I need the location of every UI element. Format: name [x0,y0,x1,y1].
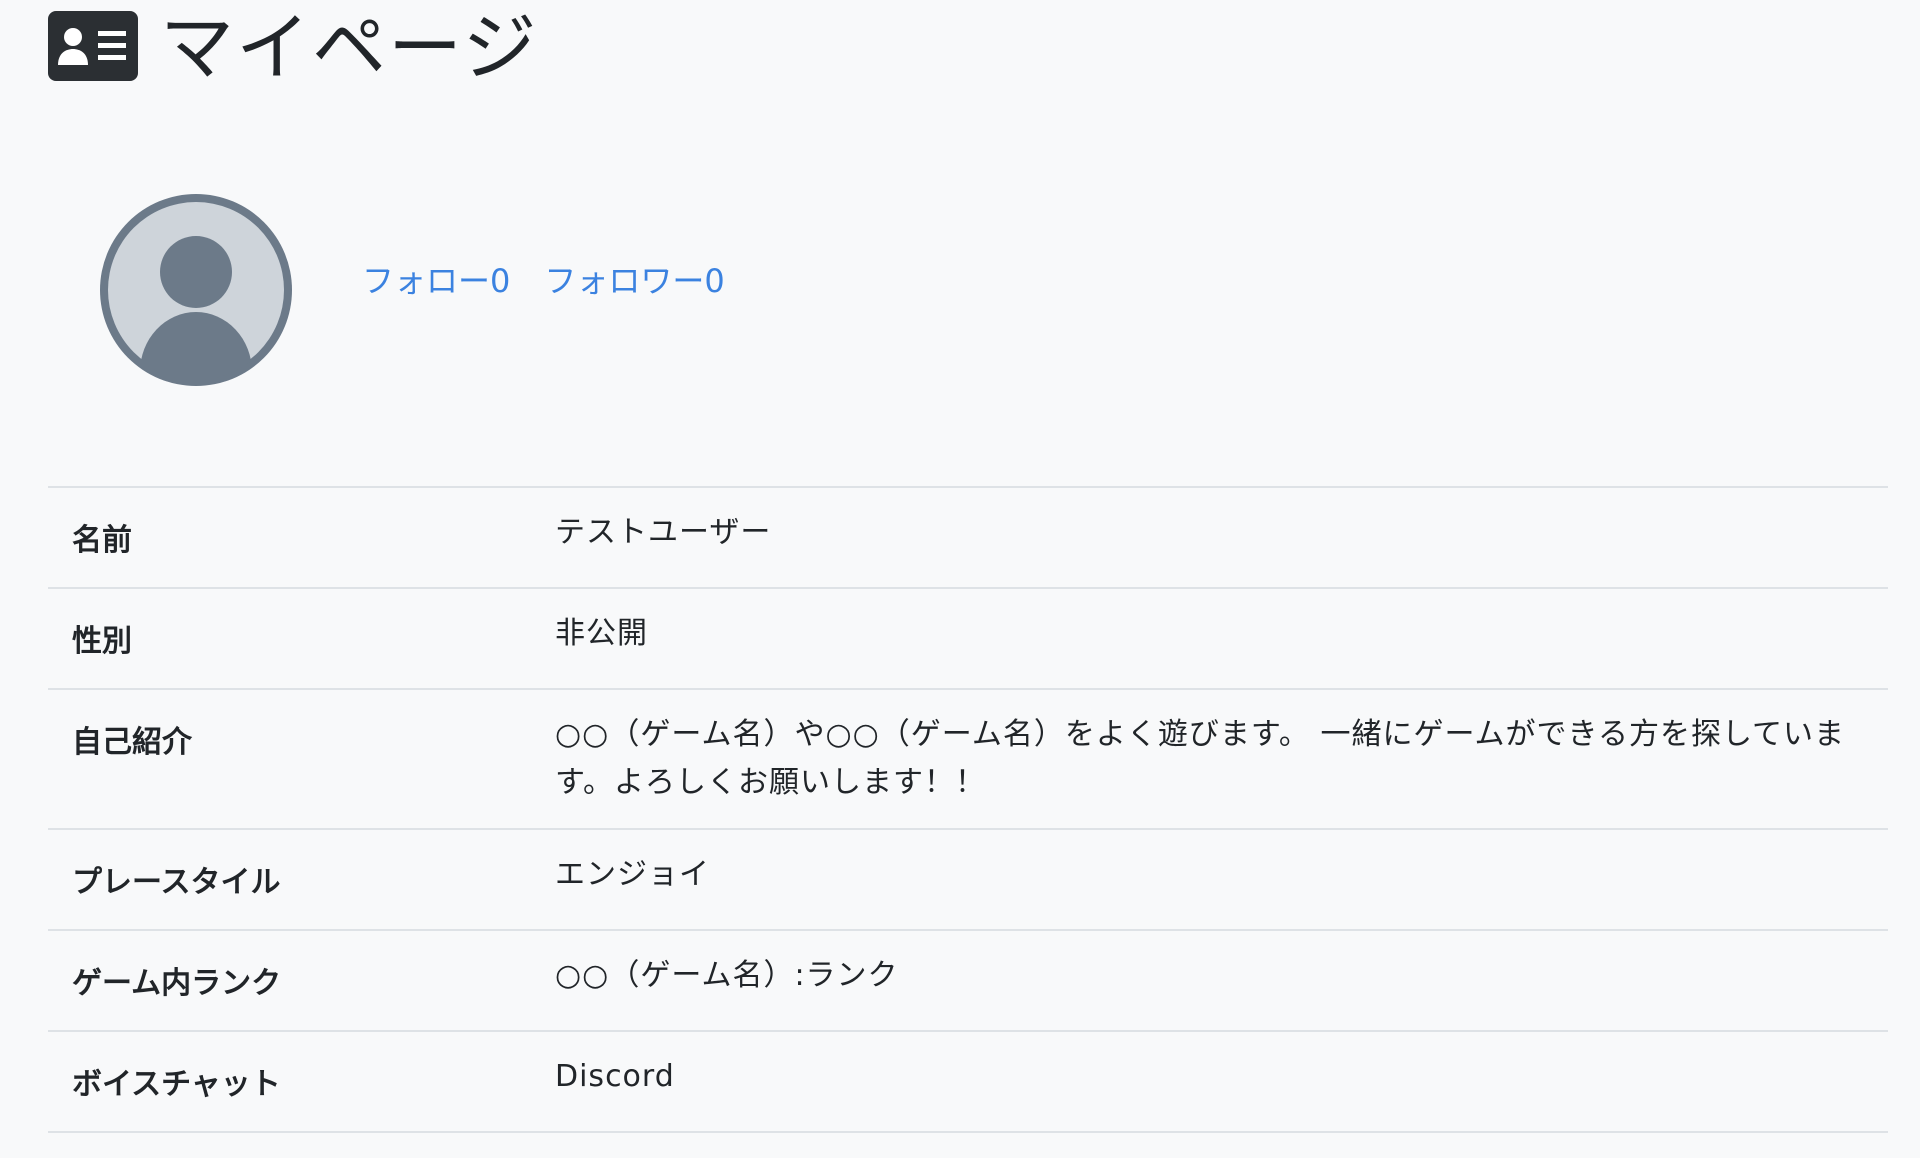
profile-summary: フォロー0 フォロワー0 [96,190,725,390]
following-link[interactable]: フォロー0 [362,256,510,302]
row-label-game-rank: ゲーム内ランク [72,966,282,1001]
profile-details-table: 名前 テストユーザー 性別 非公開 自己紹介 ○○（ゲーム名）や○○（ゲーム名）… [48,486,1888,1133]
row-value-game-rank: ○○（ゲーム名）:ランク [555,958,899,993]
row-label-bio: 自己紹介 [72,725,192,760]
row-value-bio: ○○（ゲーム名）や○○（ゲーム名）をよく遊びます。 一緒にゲームができる方を探し… [555,717,1846,800]
page-header: マイページ [48,0,539,96]
row-label-gender: 性別 [72,624,132,659]
page-title: マイページ [160,5,539,91]
table-row: 自己紹介 ○○（ゲーム名）や○○（ゲーム名）をよく遊びます。 一緒にゲームができ… [48,689,1888,829]
person-vcard-icon [48,11,138,81]
user-avatar-icon [100,194,292,386]
row-value-gender: 非公開 [555,616,648,651]
table-row: 性別 非公開 [48,588,1888,689]
follow-links: フォロー0 フォロワー0 [362,256,725,302]
row-label-voice-chat: ボイスチャット [72,1067,281,1102]
row-value-play-style: エンジョイ [555,857,710,892]
table-row: プレースタイル エンジョイ [48,829,1888,930]
my-page: マイページ フォロー0 フォロワー0 名前 テストユーザー 性別 非公開 自己紹… [0,0,1920,1158]
table-row: 名前 テストユーザー [48,487,1888,588]
row-value-voice-chat: Discord [555,1059,675,1094]
table-row: ゲーム内ランク ○○（ゲーム名）:ランク [48,930,1888,1031]
table-row: ボイスチャット Discord [48,1031,1888,1132]
followers-link[interactable]: フォロワー0 [544,256,724,302]
row-label-play-style: プレースタイル [72,865,281,900]
row-value-name: テストユーザー [555,515,772,550]
row-label-name: 名前 [72,523,132,558]
